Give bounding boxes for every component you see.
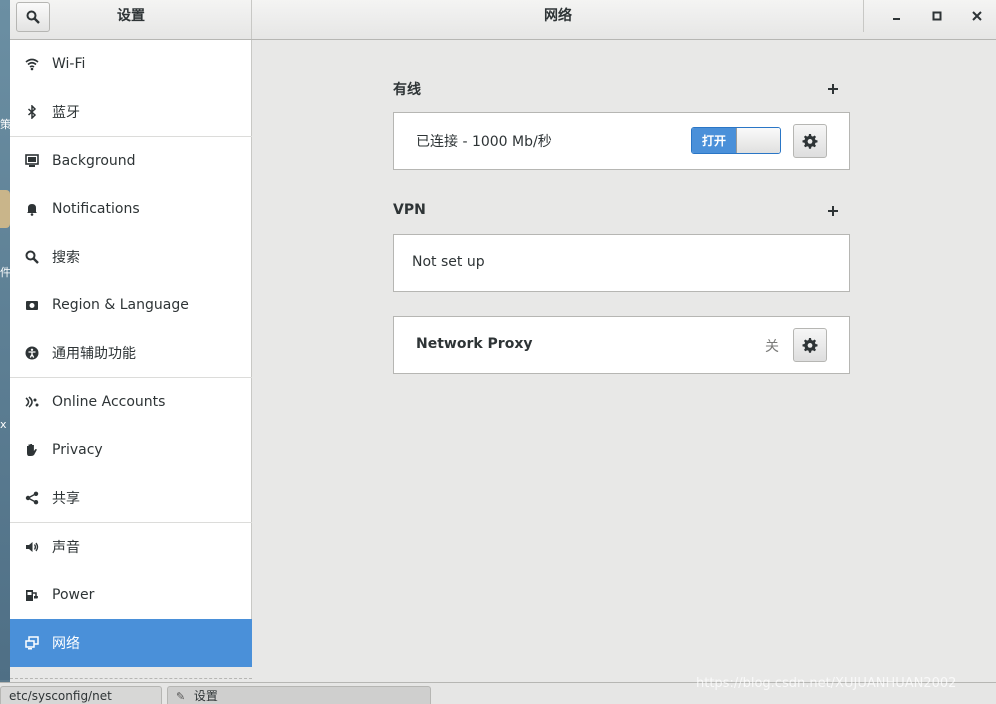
watermark: https://blog.csdn.net/XUJUANHUAN2002 — [696, 676, 957, 691]
wired-settings-button[interactable] — [793, 124, 827, 158]
share-icon — [25, 491, 39, 505]
sidebar-item-accessibility[interactable]: 通用辅助功能 — [10, 329, 252, 377]
sidebar-item-power[interactable]: Power — [10, 571, 252, 619]
hand-icon — [25, 443, 39, 457]
network-icon — [25, 636, 39, 650]
wifi-icon — [25, 57, 39, 71]
settings-app-icon: ✎ — [176, 690, 186, 703]
sidebar-item-label: Region & Language — [52, 297, 189, 313]
background-icon — [25, 154, 39, 168]
sidebar-header: 设置 — [10, 0, 252, 39]
maximize-icon — [932, 11, 942, 21]
vpn-section-title: VPN — [393, 202, 426, 218]
sidebar: Wi-Fi 蓝牙 Background Notifications 搜索 Reg… — [10, 40, 252, 667]
header-bar: 设置 网络 — [10, 0, 996, 40]
sidebar-item-label: 网络 — [52, 636, 80, 652]
taskbar-item-terminal[interactable]: etc/sysconfig/net — [0, 686, 162, 704]
network-proxy-settings-button[interactable] — [793, 328, 827, 362]
close-icon — [972, 11, 982, 21]
sidebar-item-network[interactable]: 网络 — [10, 619, 252, 667]
taskbar-item-settings[interactable]: ✎ 设置 — [167, 686, 431, 704]
settings-window: 设置 网络 Wi-Fi 蓝牙 Background Notifications … — [10, 0, 996, 682]
close-button[interactable] — [964, 5, 990, 27]
search-button[interactable] — [16, 2, 50, 32]
desktop-icon[interactable] — [0, 190, 10, 228]
page-title: 网络 — [544, 8, 572, 24]
taskbar-item-settings-label: 设置 — [193, 689, 218, 703]
sidebar-item-label: Privacy — [52, 442, 103, 458]
sidebar-item-label: 声音 — [52, 540, 80, 556]
add-wired-button[interactable] — [825, 81, 841, 97]
desktop-background — [0, 0, 10, 680]
search-icon — [26, 10, 40, 24]
switch-knob — [736, 128, 780, 153]
sidebar-item-sound[interactable]: 声音 — [10, 523, 252, 571]
sidebar-bottom-edge — [10, 678, 252, 680]
bluetooth-icon — [25, 105, 39, 119]
sidebar-item-label: 搜索 — [52, 250, 80, 266]
gear-icon — [802, 134, 818, 149]
power-icon — [25, 588, 39, 602]
vpn-row: Not set up — [393, 234, 850, 292]
sidebar-item-label: Notifications — [52, 201, 140, 217]
online-accounts-icon — [25, 395, 39, 409]
wired-connection-row: 已连接 - 1000 Mb/秒 打开 — [393, 112, 850, 170]
window-controls — [863, 0, 996, 32]
wired-section-title: 有线 — [393, 82, 421, 98]
sidebar-item-label: 蓝牙 — [52, 105, 80, 121]
accessibility-icon — [25, 346, 39, 360]
desktop-label-3: x — [0, 418, 7, 431]
plus-icon — [828, 84, 838, 94]
sidebar-item-label: Online Accounts — [52, 394, 166, 410]
vpn-status: Not set up — [412, 254, 485, 270]
region-icon — [25, 298, 39, 312]
sidebar-item-notifications[interactable]: Notifications — [10, 185, 252, 233]
sidebar-item-wifi[interactable]: Wi-Fi — [10, 40, 252, 88]
sidebar-item-background[interactable]: Background — [10, 137, 252, 185]
sidebar-item-sharing[interactable]: 共享 — [10, 474, 252, 522]
sidebar-item-label: 通用辅助功能 — [52, 346, 136, 362]
sidebar-item-privacy[interactable]: Privacy — [10, 426, 252, 474]
switch-on-label: 打开 — [692, 128, 736, 153]
maximize-button[interactable] — [924, 5, 950, 27]
gear-icon — [802, 338, 818, 353]
minimize-button[interactable] — [884, 5, 910, 27]
network-proxy-label: Network Proxy — [416, 336, 533, 352]
wired-toggle-switch[interactable]: 打开 — [691, 127, 781, 154]
sidebar-item-label: Background — [52, 153, 136, 169]
sidebar-item-label: Wi-Fi — [52, 56, 86, 72]
sidebar-item-search[interactable]: 搜索 — [10, 233, 252, 281]
minimize-icon — [893, 18, 900, 20]
sidebar-item-label: Power — [52, 587, 95, 603]
add-vpn-button[interactable] — [825, 203, 841, 219]
sidebar-item-online-accounts[interactable]: Online Accounts — [10, 378, 252, 426]
sidebar-item-label: 共享 — [52, 491, 80, 507]
main-panel: 有线 已连接 - 1000 Mb/秒 打开 VPN Not set up Net… — [253, 40, 996, 682]
speaker-icon — [25, 540, 39, 554]
wired-status: 已连接 - 1000 Mb/秒 — [416, 134, 552, 150]
bell-icon — [25, 202, 39, 216]
sidebar-item-bluetooth[interactable]: 蓝牙 — [10, 88, 252, 136]
search-icon — [25, 250, 39, 264]
sidebar-item-region-language[interactable]: Region & Language — [10, 281, 252, 329]
network-proxy-row[interactable]: Network Proxy 关 — [393, 316, 850, 374]
plus-icon — [828, 206, 838, 216]
network-proxy-state: 关 — [765, 339, 779, 355]
